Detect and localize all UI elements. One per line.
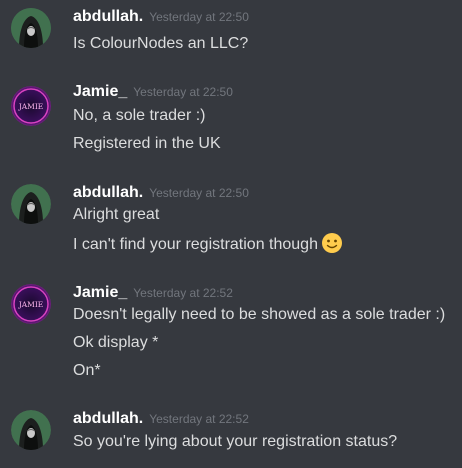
avatar[interactable]: JAMIE — [11, 86, 51, 126]
message-text: Registered in the UK — [73, 135, 221, 152]
timestamp: Yesterday at 22:52 — [133, 286, 233, 300]
neon-jamie-avatar-icon: JAMIE — [11, 86, 51, 126]
dark-hooded-avatar-icon — [11, 410, 51, 450]
message-text: Doesn't legally need to be showed as a s… — [73, 306, 446, 323]
message-text: No, a sole trader :) — [73, 107, 206, 124]
username[interactable]: abdullah. — [73, 8, 143, 25]
message-text-with-emoji: I can't find your registration though — [73, 232, 343, 256]
message-header: Jamie_ Yesterday at 22:52 — [73, 284, 233, 306]
message-text: Ok display * — [73, 334, 159, 351]
username[interactable]: abdullah. — [73, 410, 143, 427]
message-header: abdullah. Yesterday at 22:50 — [73, 8, 249, 30]
message-text: I can't find your registration though — [73, 236, 318, 253]
dark-hooded-avatar-icon — [11, 184, 51, 224]
timestamp: Yesterday at 22:52 — [149, 412, 249, 426]
message-header: Jamie_ Yesterday at 22:50 — [73, 83, 233, 105]
timestamp: Yesterday at 22:50 — [149, 10, 249, 24]
avatar[interactable]: JAMIE — [11, 284, 51, 324]
username[interactable]: Jamie_ — [73, 83, 127, 100]
timestamp: Yesterday at 22:50 — [149, 186, 249, 200]
timestamp: Yesterday at 22:50 — [133, 85, 233, 99]
slightly-smiling-face-icon — [321, 233, 342, 253]
neon-jamie-avatar-icon: JAMIE — [11, 284, 51, 324]
avatar[interactable] — [11, 8, 51, 48]
message-text: Is ColourNodes an LLC? — [73, 35, 249, 52]
avatar-label: JAMIE — [18, 102, 44, 111]
message-text: Alright great — [73, 206, 160, 223]
message-header: abdullah. Yesterday at 22:50 — [73, 184, 249, 206]
avatar[interactable] — [11, 184, 51, 224]
avatar-label: JAMIE — [18, 300, 44, 309]
chat-message-list: abdullah. Yesterday at 22:50 Is ColourNod… — [0, 0, 462, 468]
message-text: So you're lying about your registration … — [73, 433, 398, 450]
username[interactable]: abdullah. — [73, 184, 143, 201]
dark-hooded-avatar-icon — [11, 8, 51, 48]
message-text: On* — [73, 362, 101, 379]
username[interactable]: Jamie_ — [73, 284, 127, 301]
message-header: abdullah. Yesterday at 22:52 — [73, 410, 249, 432]
avatar[interactable] — [11, 410, 51, 450]
